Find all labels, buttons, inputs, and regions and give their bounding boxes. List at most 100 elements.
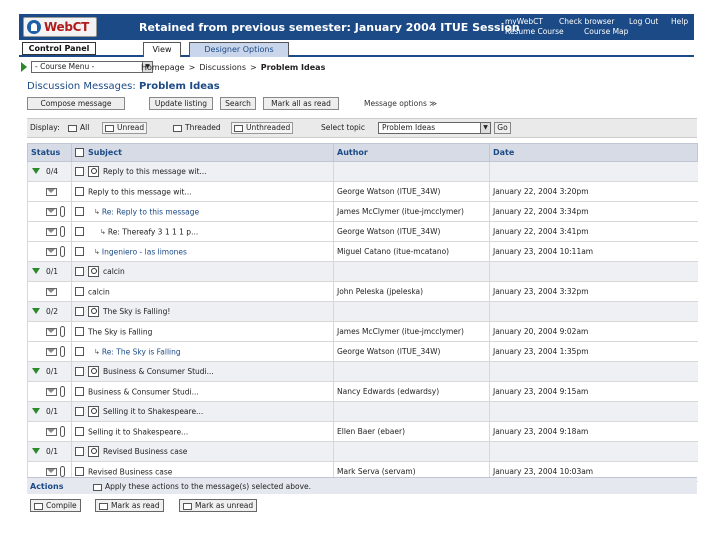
message-subject[interactable]: The Sky is Falling	[88, 327, 152, 336]
unthreaded-option[interactable]: Unthreaded	[231, 122, 294, 134]
update-listing-button[interactable]: Update listing	[149, 97, 213, 110]
message-row[interactable]: ↳ Re: Thereafy 3 1 1 1 p... George Watson …	[27, 221, 698, 242]
compose-message-button[interactable]: Compose message	[27, 97, 125, 110]
expand-thread-icon[interactable]	[32, 448, 40, 454]
thread-row[interactable]: 0/1 Revised Business case	[27, 441, 698, 462]
message-checkbox[interactable]	[75, 447, 84, 456]
control-panel-button[interactable]: Control Panel	[22, 42, 96, 55]
expand-thread-icon[interactable]	[32, 308, 40, 314]
column-header-author[interactable]: Author	[333, 143, 490, 162]
expand-thread-icon[interactable]	[32, 168, 40, 174]
compile-button[interactable]: Compile	[30, 499, 81, 512]
message-checkbox[interactable]	[75, 267, 84, 276]
view-thread-icon[interactable]	[88, 306, 99, 317]
message-checkbox[interactable]	[75, 307, 84, 316]
webct-logo[interactable]: WebCT	[23, 17, 97, 37]
message-subject[interactable]: Re: Thereafy 3 1 1 1 p...	[108, 227, 198, 236]
top-link-help[interactable]: Help	[671, 17, 688, 26]
message-options-link[interactable]: Message options ≫	[364, 99, 437, 108]
message-subject[interactable]: Reply to this message wit...	[103, 167, 207, 176]
message-subject[interactable]: Revised Business case	[103, 447, 187, 456]
envelope-icon	[46, 188, 57, 196]
thread-row[interactable]: 0/2 The Sky is Falling!	[27, 301, 698, 322]
status-cell	[27, 281, 72, 302]
mark-as-unread-button[interactable]: Mark as unread	[179, 499, 258, 512]
subject-cell: Business & Consumer Studi...	[71, 361, 334, 382]
view-thread-icon[interactable]	[88, 166, 99, 177]
message-subject[interactable]: Ingeniero - las limones	[102, 247, 187, 256]
thread-count: 0/1	[46, 447, 59, 456]
expand-thread-icon[interactable]	[32, 268, 40, 274]
tab-view[interactable]: View	[143, 42, 181, 57]
expand-thread-icon[interactable]	[32, 408, 40, 414]
message-row[interactable]: calcin John Peleska (jpeleska) January 23,…	[27, 281, 698, 302]
top-link-mywebct[interactable]: myWebCT	[505, 17, 543, 26]
top-link-check-browser[interactable]: Check browser	[559, 17, 614, 26]
message-row[interactable]: ↳ Re: The Sky is Falling George Watson (IT…	[27, 341, 698, 362]
mark-as-read-button[interactable]: Mark as read	[95, 499, 164, 512]
message-subject[interactable]: Reply to this message wit...	[88, 187, 192, 196]
message-checkbox[interactable]	[75, 467, 84, 477]
message-subject[interactable]: Re: Reply to this message	[102, 207, 199, 216]
message-subject[interactable]: The Sky is Falling!	[103, 307, 170, 316]
author-cell: Ellen Baer (ebaer)	[333, 421, 490, 442]
thread-row[interactable]: 0/1 Business & Consumer Studi...	[27, 361, 698, 382]
mark-all-read-button[interactable]: Mark all as read	[263, 97, 339, 110]
top-link-course-map[interactable]: Course Map	[584, 27, 628, 36]
message-row[interactable]: Reply to this message wit... George Watso…	[27, 181, 698, 202]
status-cell	[27, 381, 72, 402]
message-checkbox[interactable]	[75, 167, 84, 176]
message-row[interactable]: Selling it to Shakespeare... Ellen Baer (…	[27, 421, 698, 442]
message-checkbox[interactable]	[75, 187, 84, 197]
message-subject[interactable]: Revised Business case	[88, 467, 172, 476]
column-header-status[interactable]: Status	[27, 143, 72, 162]
message-checkbox[interactable]	[75, 207, 84, 217]
message-row[interactable]: ↳ Ingeniero - las limones Miguel Catano (i…	[27, 241, 698, 262]
message-row[interactable]: Business & Consumer Studi... Nancy Edward…	[27, 381, 698, 402]
message-subject[interactable]: calcin	[103, 267, 125, 276]
message-checkbox[interactable]	[75, 367, 84, 376]
view-thread-icon[interactable]	[88, 406, 99, 417]
course-menu-select[interactable]: - Course Menu - ▼	[31, 61, 153, 73]
thread-row[interactable]: 0/1 Selling it to Shakespeare...	[27, 401, 698, 422]
logo-text: WebCT	[44, 20, 90, 34]
threaded-option[interactable]: Threaded	[173, 123, 221, 132]
message-row[interactable]: ↳ Re: Reply to this message James McClymer…	[27, 201, 698, 222]
breadcrumb-discussions[interactable]: Discussions	[199, 63, 246, 72]
column-header-date[interactable]: Date	[489, 143, 698, 162]
view-thread-icon[interactable]	[88, 266, 99, 277]
message-subject[interactable]: Business & Consumer Studi...	[103, 367, 214, 376]
search-button[interactable]: Search	[220, 97, 256, 110]
menu-toggle-arrow-icon[interactable]	[21, 62, 27, 72]
message-subject[interactable]: Business & Consumer Studi...	[88, 387, 199, 396]
thread-row[interactable]: 0/4 Reply to this message wit...	[27, 161, 698, 182]
go-button[interactable]: Go	[494, 122, 511, 134]
message-checkbox[interactable]	[75, 407, 84, 416]
display-unread-option[interactable]: Unread	[102, 122, 148, 134]
message-subject[interactable]: Selling it to Shakespeare...	[88, 427, 188, 436]
thread-count: 0/1	[46, 367, 59, 376]
message-subject[interactable]: Selling it to Shakespeare...	[103, 407, 203, 416]
topic-select[interactable]: Problem Ideas ▼	[378, 122, 491, 134]
message-checkbox[interactable]	[75, 387, 84, 397]
message-checkbox[interactable]	[75, 227, 84, 237]
display-all-option[interactable]: All	[68, 123, 89, 132]
top-link-resume-course[interactable]: Resume Course	[505, 27, 564, 36]
select-all-checkbox[interactable]	[75, 148, 84, 157]
breadcrumb-homepage[interactable]: Homepage	[141, 63, 185, 72]
column-header-subject[interactable]: Subject	[71, 143, 334, 162]
message-subject[interactable]: Re: The Sky is Falling	[102, 347, 181, 356]
tab-designer-options[interactable]: Designer Options	[189, 42, 289, 57]
message-checkbox[interactable]	[75, 427, 84, 437]
message-checkbox[interactable]	[75, 327, 84, 337]
thread-row[interactable]: 0/1 calcin	[27, 261, 698, 282]
message-checkbox[interactable]	[75, 287, 84, 297]
message-subject[interactable]: calcin	[88, 287, 110, 296]
message-checkbox[interactable]	[75, 347, 84, 357]
view-thread-icon[interactable]	[88, 366, 99, 377]
message-checkbox[interactable]	[75, 247, 84, 257]
top-link-logout[interactable]: Log Out	[629, 17, 658, 26]
expand-thread-icon[interactable]	[32, 368, 40, 374]
view-thread-icon[interactable]	[88, 446, 99, 457]
message-row[interactable]: The Sky is Falling James McClymer (itue-j…	[27, 321, 698, 342]
